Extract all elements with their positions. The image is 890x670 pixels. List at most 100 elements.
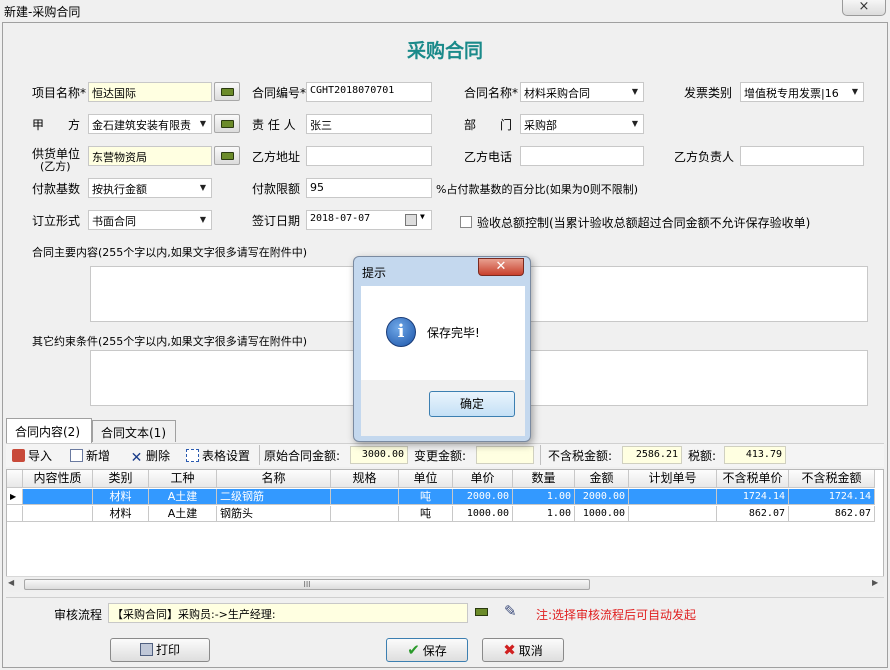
acceptance-control-label: 验收总额控制(当累计验收总额超过合同金额不允许保存验收单) [477,216,811,230]
table-cell[interactable]: 1.00 [513,489,575,505]
import-button[interactable]: 导入 [12,447,52,464]
table-cell[interactable]: 1724.14 [789,489,875,505]
horizontal-scrollbar[interactable]: ◀ III ▶ [6,576,884,592]
table-cell[interactable]: 材料 [93,489,149,505]
dialog-title: 提示 [362,266,387,280]
department-select[interactable]: 采购部 ▼ [520,114,644,134]
table-cell[interactable]: 2000.00 [453,489,513,505]
table-cell[interactable]: 1000.00 [575,506,629,522]
change-amount-value [476,446,534,464]
main-content-label: 合同主要内容(255个字以内,如果文字很多请写在附件中) [32,246,308,259]
table-cell[interactable]: 862.07 [717,506,789,522]
divider [6,597,884,598]
scroll-left-icon[interactable]: ◀ [8,578,14,587]
dialog-footer: 确定 [361,380,525,436]
table-cell[interactable]: A土建 [149,506,217,522]
col-header[interactable]: 名称 [217,470,331,488]
invoice-type-select[interactable]: 增值税专用发票|16 ▼ [740,82,864,102]
col-header[interactable]: 金额 [575,470,629,488]
dialog-close-button[interactable]: ✕ [478,258,524,276]
col-header[interactable]: 类别 [93,470,149,488]
items-table[interactable]: 内容性质 类别 工种 名称 规格 单位 单价 数量 金额 计划单号 不含税单价 … [6,469,884,587]
contract-form-select[interactable]: 书面合同 ▼ [88,210,212,230]
person-in-charge-field[interactable]: 张三 [306,114,432,134]
party-b-manager-label: 乙方负责人 [674,150,735,164]
table-cell[interactable] [23,489,93,505]
table-cell[interactable]: 1000.00 [453,506,513,522]
tab-contract-text[interactable]: 合同文本(1) [92,420,176,442]
party-b-manager-field[interactable] [740,146,864,166]
approval-picker-button[interactable] [474,606,490,618]
new-document-icon [70,449,83,462]
info-icon: i [386,317,416,347]
table-cell[interactable] [629,489,717,505]
dialog-body: i 保存完毕! [361,286,525,380]
project-picker-button[interactable] [214,82,240,101]
ok-button[interactable]: 确定 [429,391,515,417]
project-name-field[interactable]: 恒达国际 [88,82,212,102]
page-title: 采购合同 [406,40,483,62]
save-button[interactable]: ✔ 保存 [386,638,468,662]
cancel-button[interactable]: ✖ 取消 [482,638,564,662]
party-b-phone-field[interactable] [520,146,644,166]
supplier-picker-button[interactable] [214,146,240,165]
table-cell[interactable]: 2000.00 [575,489,629,505]
party-b-address-field[interactable] [306,146,432,166]
col-header[interactable]: 内容性质 [23,470,93,488]
scroll-thumb[interactable]: III [24,579,590,590]
approval-flow-field[interactable]: 【采购合同】采购员:->生产经理: [108,603,468,623]
party-b-phone-label: 乙方电话 [464,150,513,164]
sign-date-field[interactable]: 2018-07-07 ▼ [306,210,432,230]
col-header[interactable]: 不含税金额 [789,470,875,488]
contract-name-select[interactable]: 材料采购合同 ▼ [520,82,644,102]
picker-icon [475,608,488,616]
contract-form-label: 订立形式 [32,214,81,228]
scroll-right-icon[interactable]: ▶ [872,578,878,587]
col-header[interactable]: 数量 [513,470,575,488]
table-cell[interactable] [629,506,717,522]
invoice-type-value: 增值税专用发票|16 [744,87,839,100]
table-cell[interactable]: A土建 [149,489,217,505]
tab-contract-content[interactable]: 合同内容(2) [6,418,92,443]
table-cell[interactable]: 材料 [93,506,149,522]
col-header[interactable]: 规格 [331,470,399,488]
supplier-field[interactable]: 东营物资局 [88,146,212,166]
calendar-icon[interactable] [405,214,417,226]
contract-no-field[interactable]: CGHT2018070701 [306,82,432,102]
table-cell[interactable]: 1.00 [513,506,575,522]
col-header[interactable]: 工种 [149,470,217,488]
payment-base-select[interactable]: 按执行金额 ▼ [88,178,212,198]
party-a-select[interactable]: 金石建筑安装有限责 ▼ [88,114,212,134]
contract-no-label: 合同编号* [252,86,307,100]
col-header[interactable]: 单价 [453,470,513,488]
table-cell[interactable]: 吨 [399,489,453,505]
table-cell[interactable] [331,489,399,505]
payment-limit-field[interactable]: 95 [306,178,432,198]
window-close-button[interactable]: × [842,0,886,16]
project-name-label: 项目名称* [32,86,87,100]
other-terms-label: 其它约束条件(255个字以内,如果文字很多请写在附件中) [32,335,308,348]
col-header[interactable]: 单位 [399,470,453,488]
row-indicator-icon: ▶ [7,489,23,505]
supplier-sublabel: (乙方) [40,160,71,173]
cross-icon: ✖ [503,641,516,659]
party-a-picker-button[interactable] [214,114,240,133]
pen-tool-icon[interactable]: ✎ [504,602,517,620]
delete-icon: ✕ [130,450,143,466]
table-cell[interactable]: 二级钢筋 [217,489,331,505]
col-header[interactable]: 计划单号 [629,470,717,488]
table-cell[interactable]: 吨 [399,506,453,522]
col-header[interactable]: 不含税单价 [717,470,789,488]
table-settings-button[interactable]: 表格设置 [186,447,250,464]
add-button[interactable]: 新增 [70,447,110,464]
print-button[interactable]: 打印 [110,638,210,662]
payment-base-label: 付款基数 [32,182,81,196]
acceptance-control-checkbox[interactable] [460,216,472,228]
table-cell[interactable]: 钢筋头 [217,506,331,522]
delete-button[interactable]: ✕ 删除 [130,447,170,465]
table-cell[interactable] [331,506,399,522]
invoice-type-label: 发票类别 [684,86,733,100]
table-cell[interactable]: 862.07 [789,506,875,522]
table-cell[interactable]: 1724.14 [717,489,789,505]
table-cell[interactable] [23,506,93,522]
